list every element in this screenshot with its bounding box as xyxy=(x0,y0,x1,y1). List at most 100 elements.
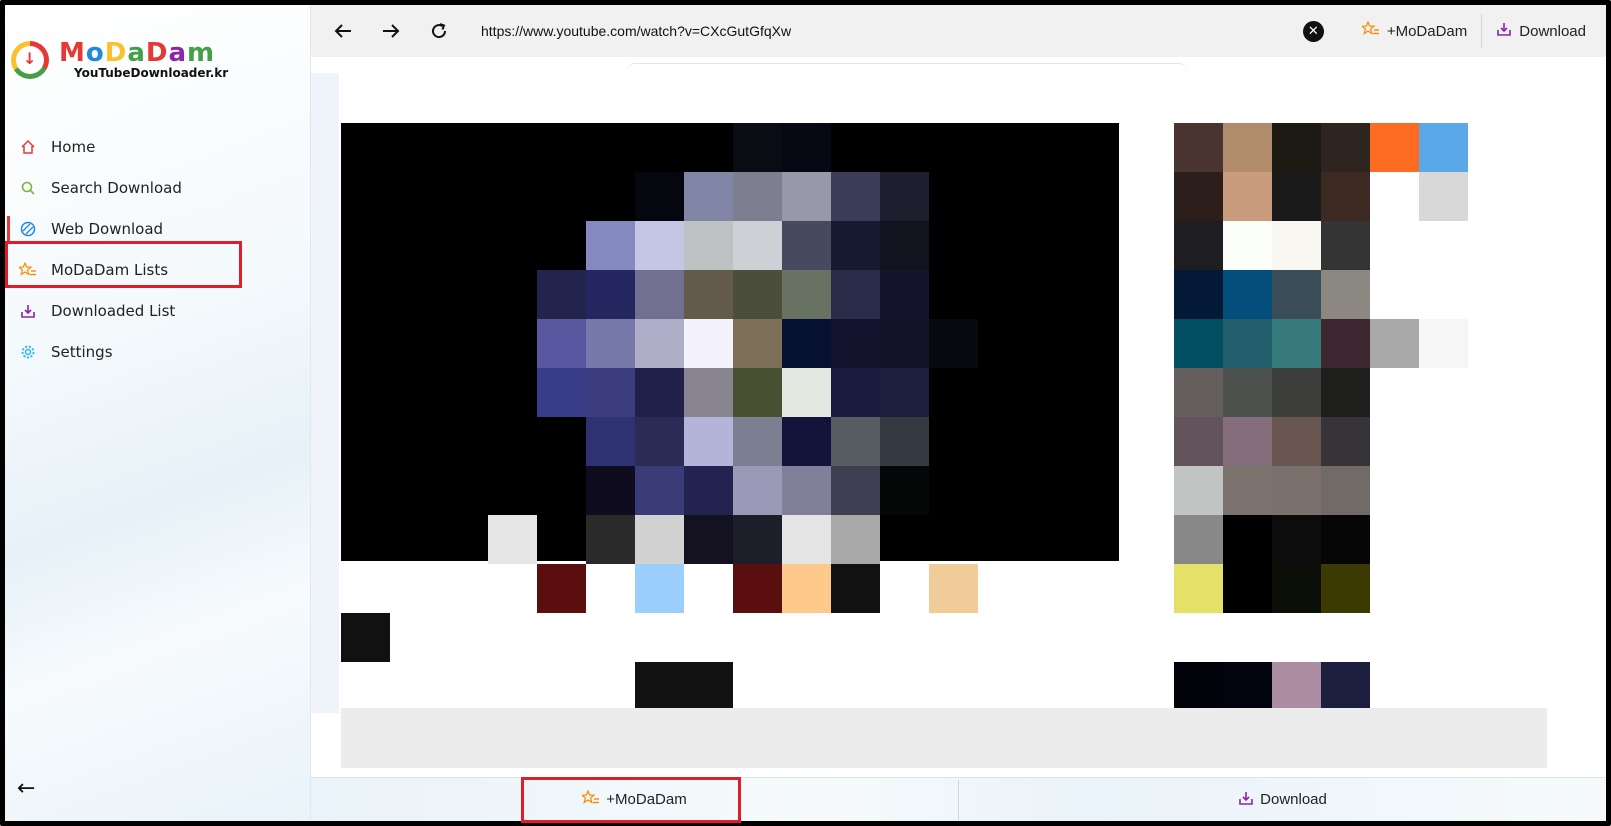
mosaic-pixel xyxy=(1419,172,1468,221)
mosaic-pixel xyxy=(1321,515,1370,564)
mosaic-pixel xyxy=(1272,417,1321,466)
reload-button[interactable] xyxy=(415,7,463,55)
mosaic-pixel xyxy=(733,319,782,368)
mosaic-pixel xyxy=(635,466,684,515)
page-footer-area xyxy=(341,708,1547,768)
mosaic-pixel xyxy=(1223,221,1272,270)
mosaic-pixel xyxy=(1272,123,1321,172)
mosaic-pixel xyxy=(1321,221,1370,270)
mosaic-pixel xyxy=(1174,123,1223,172)
sidebar-item-label: Home xyxy=(51,137,96,156)
page-left-strip xyxy=(311,73,339,713)
mosaic-pixel xyxy=(1174,466,1223,515)
mosaic-pixel xyxy=(733,172,782,221)
bottom-download-button[interactable]: Download xyxy=(959,778,1606,821)
clear-url-close-icon[interactable]: ✕ xyxy=(1302,20,1324,42)
mosaic-pixel xyxy=(782,515,831,564)
mosaic-pixel xyxy=(782,221,831,270)
globe-icon xyxy=(18,219,38,239)
mosaic-pixel xyxy=(1223,417,1272,466)
mosaic-pixel xyxy=(1223,515,1272,564)
collapse-sidebar-arrow-icon[interactable]: ← xyxy=(17,776,35,801)
sidebar-item-label: Settings xyxy=(51,342,113,361)
mosaic-pixel xyxy=(635,270,684,319)
toolbar-add-modadam-button[interactable]: +MoDaDam xyxy=(1348,5,1481,57)
mosaic-pixel xyxy=(929,319,978,368)
mosaic-pixel xyxy=(537,368,586,417)
highlight-box-bottom-add xyxy=(521,777,741,823)
mosaic-pixel xyxy=(488,515,537,564)
logo-wordmark: MoDaDam xyxy=(59,38,216,68)
forward-button[interactable] xyxy=(367,7,415,55)
mosaic-pixel xyxy=(1272,221,1321,270)
sidebar-item-label: Web Download xyxy=(51,219,164,238)
mosaic-pixel xyxy=(733,417,782,466)
toolbar-add-label: +MoDaDam xyxy=(1386,22,1468,40)
mosaic-pixel xyxy=(1174,417,1223,466)
mosaic-pixel xyxy=(1223,368,1272,417)
download-tray-icon xyxy=(1496,21,1512,41)
mosaic-pixel xyxy=(782,417,831,466)
mosaic-pixel xyxy=(635,221,684,270)
mosaic-pixel xyxy=(635,319,684,368)
mosaic-pixel xyxy=(1321,123,1370,172)
mosaic-pixel xyxy=(1370,319,1419,368)
mosaic-pixel xyxy=(880,368,929,417)
download-tray-icon xyxy=(1238,790,1254,810)
home-icon xyxy=(18,137,38,157)
mosaic-pixel xyxy=(684,417,733,466)
mosaic-pixel xyxy=(880,172,929,221)
mosaic-pixel xyxy=(1321,368,1370,417)
mosaic-pixel xyxy=(586,270,635,319)
mosaic-pixel xyxy=(1321,417,1370,466)
mosaic-pixel xyxy=(733,270,782,319)
address-bar-url[interactable]: https://www.youtube.com/watch?v=CXcGutGf… xyxy=(481,23,1303,39)
sidebar-item-label: Downloaded List xyxy=(51,301,176,320)
mosaic-pixel xyxy=(831,515,880,564)
mosaic-pixel xyxy=(1321,172,1370,221)
mosaic-pixel xyxy=(1272,564,1321,613)
mosaic-pixel xyxy=(1174,662,1223,711)
sidebar-item-search-download[interactable]: Search Download xyxy=(5,167,311,208)
mosaic-pixel xyxy=(831,172,880,221)
mosaic-pixel xyxy=(782,466,831,515)
mosaic-pixel xyxy=(1223,564,1272,613)
mosaic-pixel xyxy=(586,368,635,417)
mosaic-pixel xyxy=(1174,564,1223,613)
search-icon xyxy=(18,178,38,198)
mosaic-pixel xyxy=(880,221,929,270)
mosaic-pixel xyxy=(831,221,880,270)
web-content-view[interactable] xyxy=(311,57,1591,777)
sidebar-item-downloaded-list[interactable]: Downloaded List xyxy=(5,290,311,331)
app-logo: ↓ MoDaDam YouTubeDownloader.kr xyxy=(11,38,228,87)
mosaic-pixel xyxy=(733,368,782,417)
mosaic-pixel xyxy=(586,221,635,270)
mosaic-pixel xyxy=(1321,319,1370,368)
mosaic-pixel xyxy=(1223,172,1272,221)
mosaic-pixel xyxy=(684,172,733,221)
mosaic-pixel xyxy=(635,172,684,221)
mosaic-pixel xyxy=(635,564,684,613)
mosaic-pixel xyxy=(782,270,831,319)
mosaic-pixel xyxy=(1174,172,1223,221)
mosaic-pixel xyxy=(635,417,684,466)
mosaic-pixel xyxy=(880,270,929,319)
back-button[interactable] xyxy=(319,7,367,55)
mosaic-pixel xyxy=(1223,270,1272,319)
toolbar-download-button[interactable]: Download xyxy=(1482,5,1606,57)
mosaic-pixel xyxy=(635,662,684,711)
mosaic-pixel xyxy=(1174,515,1223,564)
mosaic-pixel xyxy=(1272,662,1321,711)
mosaic-pixel xyxy=(1272,368,1321,417)
mosaic-pixel xyxy=(782,123,831,172)
mosaic-pixel xyxy=(586,466,635,515)
mosaic-pixel xyxy=(684,270,733,319)
sidebar-item-home[interactable]: Home xyxy=(5,126,311,167)
mosaic-pixel xyxy=(1223,466,1272,515)
mosaic-pixel xyxy=(1272,515,1321,564)
mosaic-pixel xyxy=(929,564,978,613)
sidebar-item-settings[interactable]: Settings xyxy=(5,331,311,372)
mosaic-pixel xyxy=(537,564,586,613)
mosaic-pixel xyxy=(1321,662,1370,711)
mosaic-pixel xyxy=(1272,466,1321,515)
